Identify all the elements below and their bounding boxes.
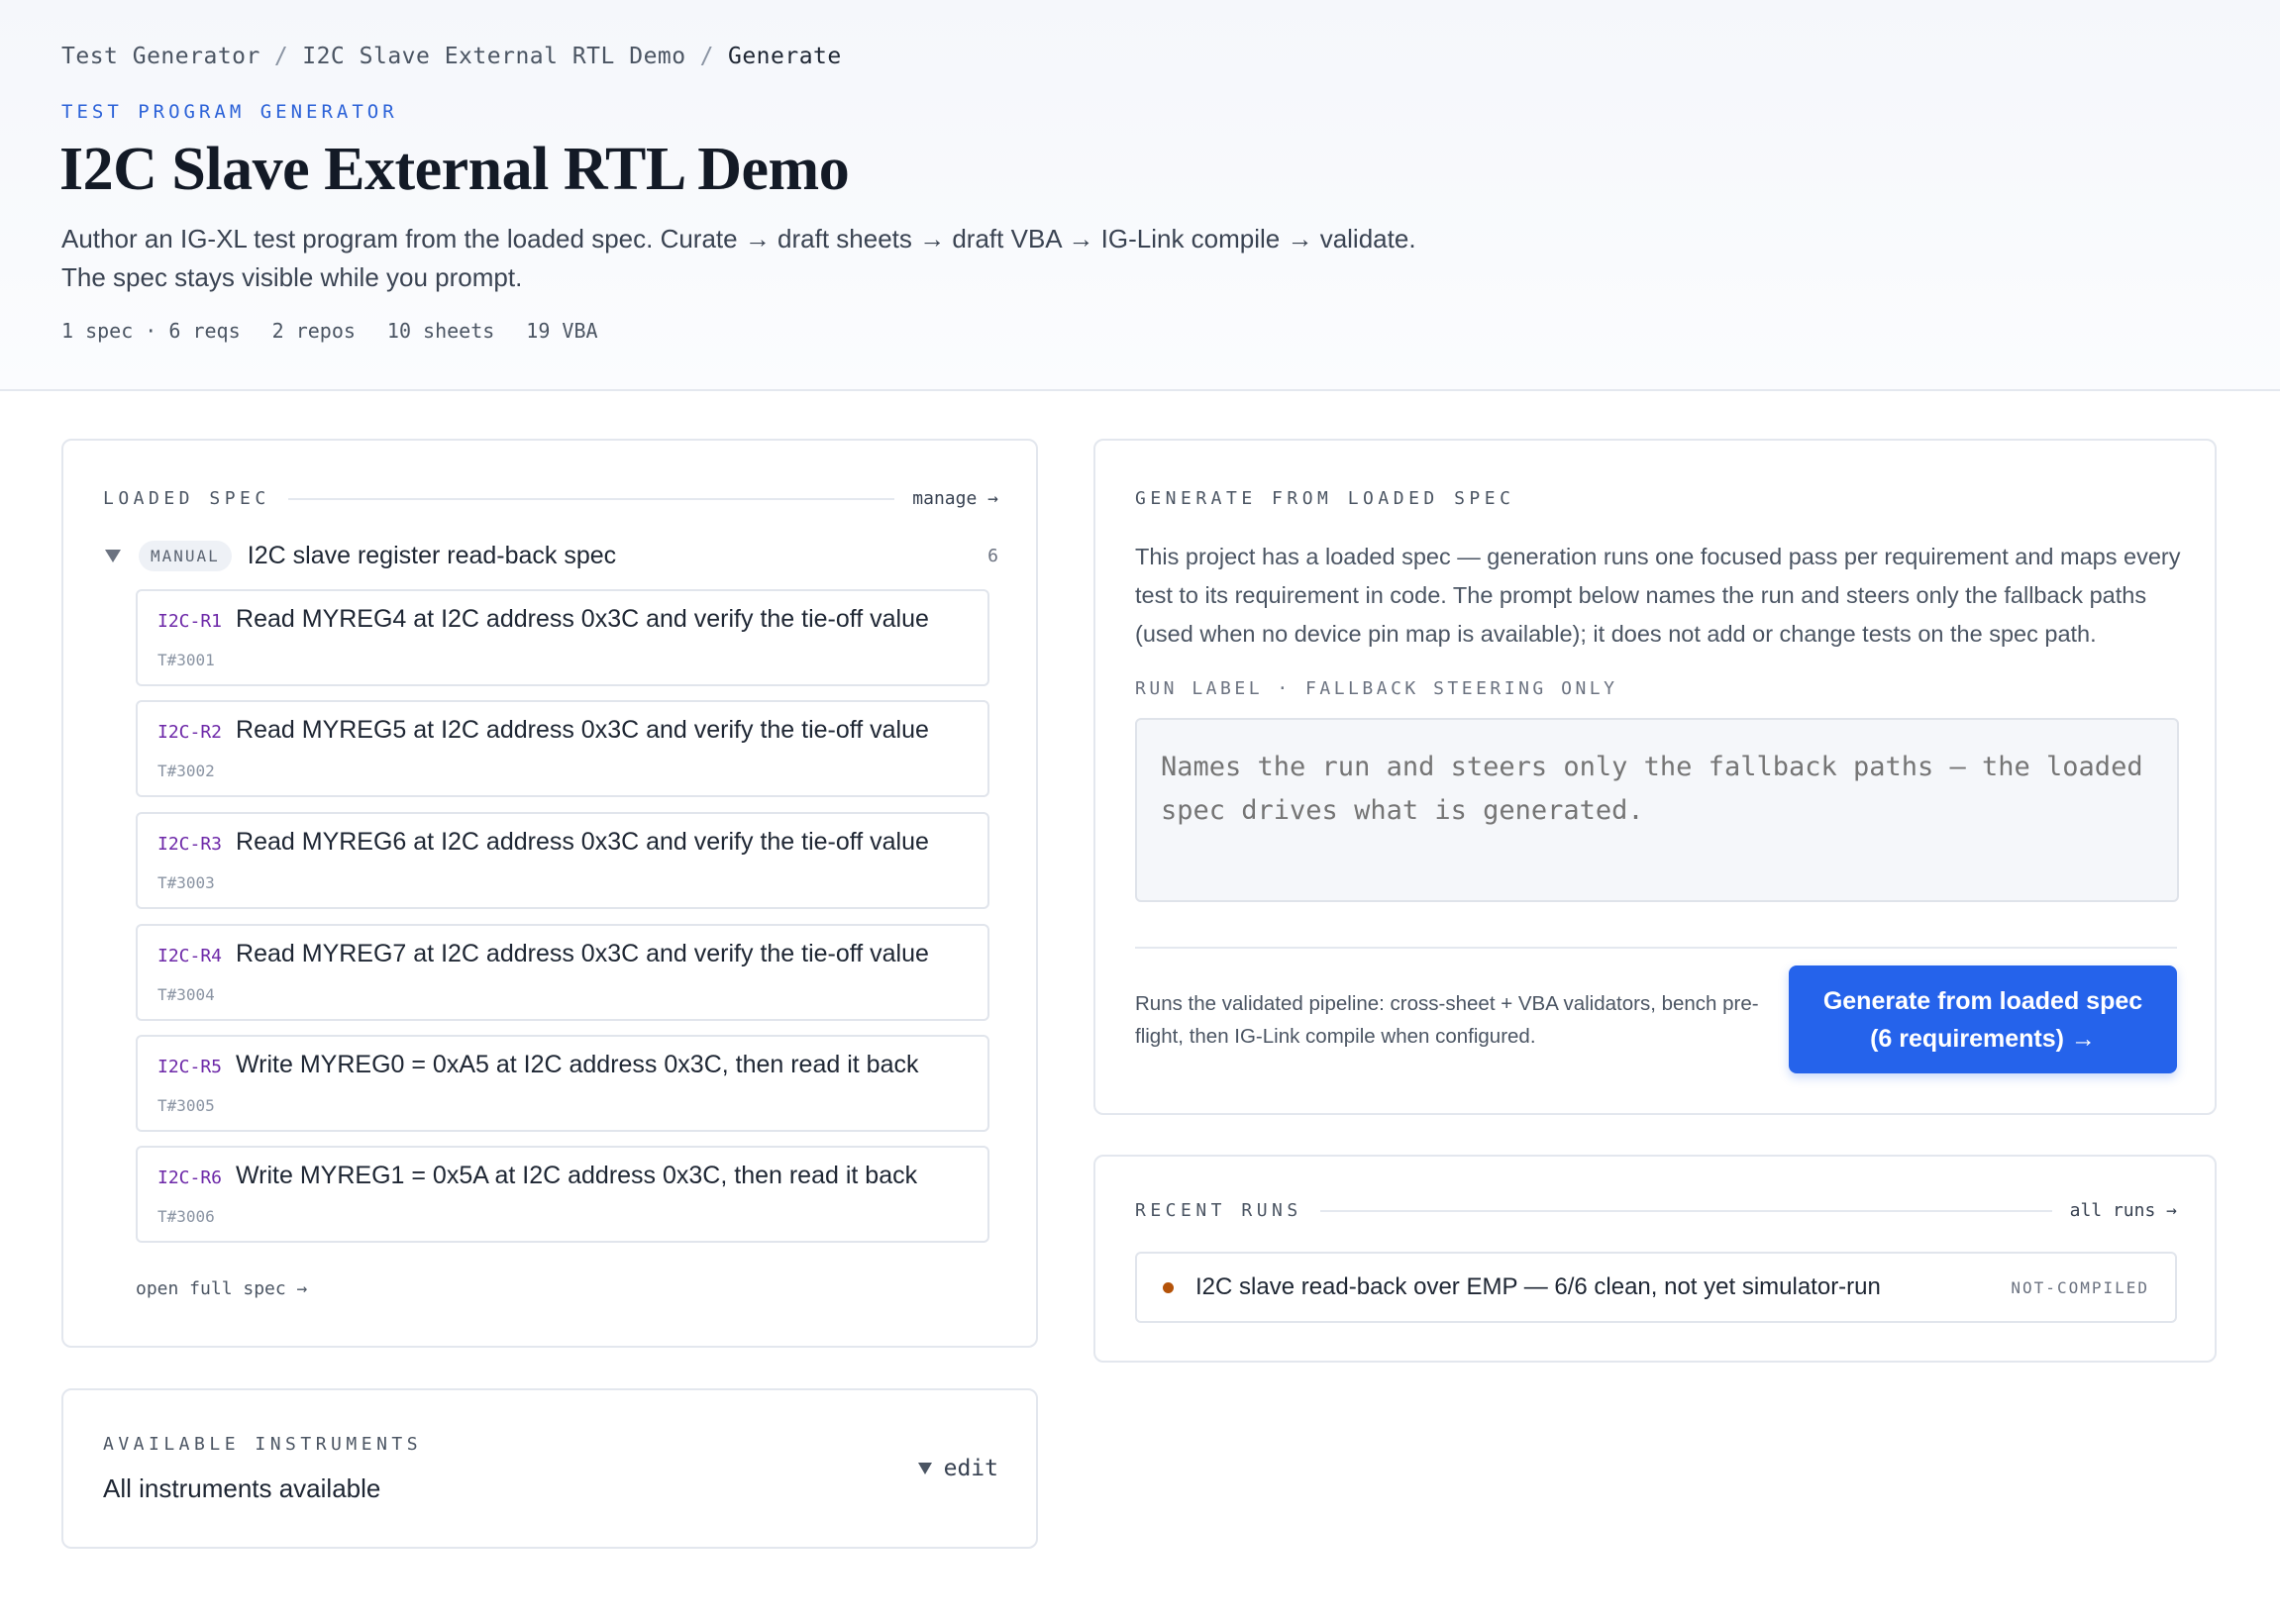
instruments-label: AVAILABLE INSTRUMENTS (103, 1434, 423, 1455)
page-subtitle: Author an IG-XL test program from the lo… (61, 220, 1547, 297)
requirement-line: I2C-R3 Read MYREG6 at I2C address 0x3C a… (157, 828, 929, 857)
instruments-edit-toggle[interactable]: edit (917, 1456, 998, 1481)
all-runs-link[interactable]: all runs → (2070, 1200, 2177, 1221)
recent-runs-card: RECENT RUNS all runs → I2C slave read-ba… (1093, 1155, 2217, 1363)
requirement-item[interactable]: I2C-R3 Read MYREG6 at I2C address 0x3C a… (136, 812, 989, 909)
run-list-item[interactable]: I2C slave read-back over EMP — 6/6 clean… (1135, 1252, 2177, 1323)
subtitle-line: The spec stays visible while you prompt. (61, 262, 523, 292)
breadcrumb-separator: / (273, 44, 289, 69)
requirement-item[interactable]: I2C-R2 Read MYREG5 at I2C address 0x3C a… (136, 700, 989, 797)
spec-name: I2C slave register read-back spec (247, 541, 617, 569)
requirement-line: I2C-R2 Read MYREG5 at I2C address 0x3C a… (157, 716, 929, 745)
pipeline-note: Runs the validated pipeline: cross-sheet… (1135, 992, 1759, 1048)
manage-link[interactable]: manage → (912, 488, 998, 509)
requirement-text: Read MYREG7 at I2C address 0x3C and veri… (236, 940, 929, 967)
collapse-triangle-icon[interactable] (105, 549, 121, 562)
status-dot-icon (1163, 1281, 1174, 1293)
instruments-value: All instruments available (103, 1473, 381, 1503)
edit-label: edit (943, 1456, 998, 1481)
available-instruments-card: AVAILABLE INSTRUMENTS All instruments av… (61, 1388, 1038, 1549)
requirement-line: I2C-R6 Write MYREG1 = 0x5A at I2C addres… (157, 1162, 917, 1190)
run-label-caption: RUN LABEL · FALLBACK STEERING ONLY (1135, 678, 1618, 699)
requirement-text: Read MYREG6 at I2C address 0x3C and veri… (236, 828, 929, 856)
requirement-line: I2C-R4 Read MYREG7 at I2C address 0x3C a… (157, 940, 929, 968)
requirement-id: I2C-R6 (157, 1167, 223, 1188)
generate-label: GENERATE FROM LOADED SPEC (1135, 488, 1515, 509)
requirement-id: I2C-R5 (157, 1057, 223, 1077)
requirement-id: I2C-R4 (157, 946, 223, 966)
subtitle-line: Author an IG-XL test program from the lo… (61, 224, 1416, 254)
generate-button-line: Generate from loaded spec (1822, 986, 2143, 1015)
requirement-id: I2C-R2 (157, 722, 223, 743)
requirement-id: I2C-R3 (157, 834, 223, 855)
requirement-text: Write MYREG1 = 0x5A at I2C address 0x3C,… (236, 1162, 918, 1189)
divider (1319, 1209, 2052, 1212)
run-title: I2C slave read-back over EMP — 6/6 clean… (1195, 1273, 1881, 1300)
requirement-item[interactable]: I2C-R6 Write MYREG1 = 0x5A at I2C addres… (136, 1146, 989, 1243)
test-id: T#3006 (157, 1207, 215, 1226)
stat-repos: 2 repos (271, 319, 356, 343)
requirement-line: I2C-R1 Read MYREG4 at I2C address 0x3C a… (157, 605, 929, 634)
test-id: T#3002 (157, 761, 215, 780)
requirement-item[interactable]: I2C-R1 Read MYREG4 at I2C address 0x3C a… (136, 589, 989, 686)
requirement-count: 6 (987, 545, 998, 566)
test-id: T#3001 (157, 651, 215, 669)
requirement-text: Read MYREG4 at I2C address 0x3C and veri… (236, 605, 929, 633)
requirement-text: Read MYREG5 at I2C address 0x3C and veri… (236, 716, 929, 744)
page-eyebrow: TEST PROGRAM GENERATOR (61, 101, 398, 123)
requirement-id: I2C-R1 (157, 611, 223, 632)
loaded-spec-header: LOADED SPEC manage → (103, 488, 998, 509)
breadcrumb-test-generator[interactable]: Test Generator (61, 44, 260, 69)
recent-runs-label: RECENT RUNS (1135, 1200, 1302, 1221)
requirement-item[interactable]: I2C-R5 Write MYREG0 = 0xA5 at I2C addres… (136, 1035, 989, 1132)
stat-sheets: 10 sheets (386, 319, 495, 343)
stat-spec-reqs: 1 spec · 6 reqs (61, 319, 241, 343)
stat-vba: 19 VBA (526, 319, 598, 343)
loaded-spec-label: LOADED SPEC (103, 488, 270, 509)
recent-runs-header: RECENT RUNS all runs → (1135, 1200, 2177, 1221)
test-id: T#3003 (157, 873, 215, 892)
run-status-badge: NOT-COMPILED (2011, 1277, 2149, 1297)
page-title: I2C Slave External RTL Demo (59, 136, 850, 203)
project-stats: 1 spec · 6 reqs 2 repos 10 sheets 19 VBA (61, 319, 630, 343)
breadcrumb-project[interactable]: I2C Slave External RTL Demo (302, 44, 685, 69)
expand-triangle-icon (917, 1463, 932, 1474)
generate-button-line: (6 requirements) → (1870, 1024, 2096, 1053)
divider (1135, 947, 2177, 949)
breadcrumb-separator: / (699, 44, 714, 69)
requirement-line: I2C-R5 Write MYREG0 = 0xA5 at I2C addres… (157, 1051, 918, 1079)
generate-card: GENERATE FROM LOADED SPEC This project h… (1093, 439, 2217, 1115)
divider (287, 497, 895, 500)
requirement-item[interactable]: I2C-R4 Read MYREG7 at I2C address 0x3C a… (136, 924, 989, 1021)
generate-description: This project has a loaded spec — generat… (1135, 544, 2181, 647)
breadcrumb: Test Generator / I2C Slave External RTL … (61, 44, 842, 69)
open-full-spec-link[interactable]: open full spec → (136, 1278, 307, 1299)
test-id: T#3005 (157, 1096, 215, 1115)
run-label-input[interactable] (1135, 718, 2179, 902)
page-header: Test Generator / I2C Slave External RTL … (0, 0, 2280, 391)
breadcrumb-current: Generate (727, 44, 842, 69)
spec-tree-row[interactable]: MANUAL I2C slave register read-back spec… (103, 536, 998, 575)
loaded-spec-card: LOADED SPEC manage → MANUAL I2C slave re… (61, 439, 1038, 1348)
requirement-text: Write MYREG0 = 0xA5 at I2C address 0x3C,… (236, 1051, 919, 1078)
generate-button[interactable]: Generate from loaded spec (6 requirement… (1789, 965, 2177, 1073)
manual-badge: MANUAL (139, 540, 232, 571)
test-id: T#3004 (157, 985, 215, 1004)
